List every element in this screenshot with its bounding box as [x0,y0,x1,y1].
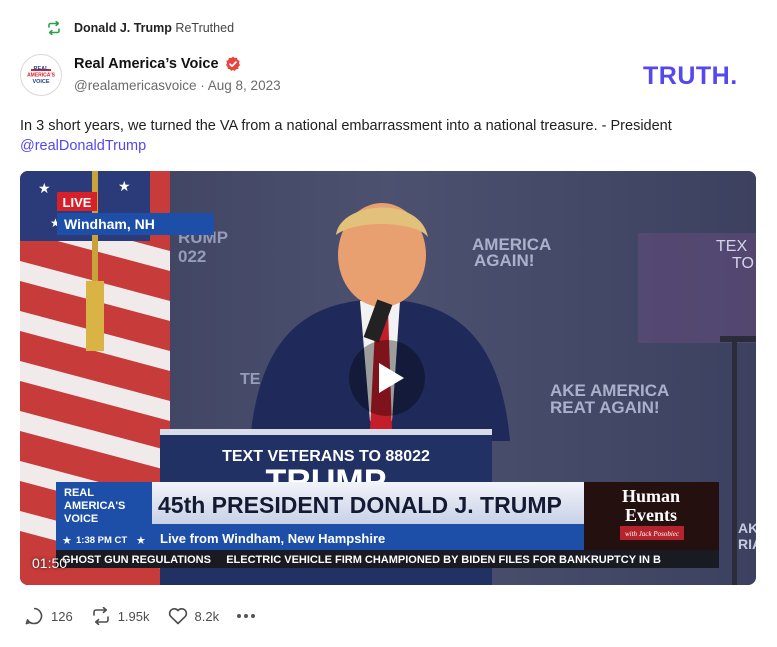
retruth-indicator: Donald J. Trump ReTruthed [46,18,234,38]
post-text: In 3 short years, we turned the VA from … [20,118,672,134]
lower-third-time: 1:38 PM CT [76,535,127,546]
more-button[interactable] [237,614,256,618]
backdrop-edge-2: RIA [738,536,756,552]
reply-icon [25,607,43,625]
lower-third-network-3: VOICE [64,513,98,525]
retruth-user-link[interactable]: Donald J. Trump [74,21,172,35]
retruth-icon [48,21,60,35]
truth-logo: TRUTH. [643,62,738,88]
backdrop-te: TE [240,371,261,388]
avatar-image: REAL AMERICA'S VOICE [27,66,56,85]
backdrop-edge-1: AKE [738,520,756,536]
news-ticker: GHOST GUN REGULATIONS ELECTRIC VEHICLE F… [62,554,661,566]
svg-text:★: ★ [38,181,51,197]
retruth-action-icon [92,607,109,625]
author-name[interactable]: Real America’s Voice [74,56,219,72]
post-date[interactable]: Aug 8, 2023 [208,78,281,93]
like-button[interactable]: 8.2k [168,607,220,625]
heart-icon [168,608,187,625]
verified-badge-icon [225,56,240,71]
retruth-button[interactable]: 1.95k [91,607,150,625]
retruth-label: ReTruthed [175,21,235,35]
lower-third-network-2: AMERICA'S [64,500,125,512]
author-handle[interactable]: @realamericasvoice [74,78,197,93]
truth-logo-text: TRUTH. [643,62,738,88]
post-actions: 126 1.95k 8.2k [24,605,273,627]
more-icon [237,614,256,618]
reply-button[interactable]: 126 [24,606,73,626]
mention-link[interactable]: @realDonaldTrump [20,138,146,154]
retruth-count: 1.95k [117,608,150,624]
lower-third-subhead: Live from Windham, New Hampshire [160,531,385,546]
backdrop-far-right-1: TEX [716,238,747,255]
backdrop-left-2: 022 [178,247,206,266]
svg-text:★: ★ [136,534,146,547]
avatar-line-3: VOICE [32,79,49,85]
svg-text:★: ★ [62,534,72,547]
post-author: Real America’s Voice @realamericasvoice … [74,54,281,93]
sponsor-line-2: Events [625,505,677,525]
avatar[interactable]: REAL AMERICA'S VOICE [20,54,62,96]
video-duration: 01:50 [32,555,68,571]
lower-third-network-1: REAL [64,487,94,499]
avatar-line-2: AMERICA'S [27,73,56,79]
lower-third-headline: 45th PRESIDENT DONALD J. TRUMP [158,492,562,518]
sponsor-line-1: Human [622,486,680,506]
video-player[interactable]: ★ ★ ★ RUMP 022 AMERICA AGAIN! AKE AMERIC… [20,171,756,585]
backdrop-far-right-2: TO [732,255,754,272]
location-label: Windham, NH [64,216,155,232]
backdrop-right-top-2: AGAIN! [474,251,534,270]
play-icon[interactable] [348,339,426,417]
lower-third: REAL AMERICA'S VOICE ★ 1:38 PM CT ★ 45th… [56,482,719,568]
meta-separator: · [200,78,205,93]
backdrop-right-mid-2: REAT AGAIN! [550,398,660,417]
live-badge: LIVE [63,195,92,210]
like-count: 8.2k [194,608,220,624]
sponsor-sub: with Jack Posobiec [625,530,680,538]
svg-text:★: ★ [118,179,131,195]
post-body: In 3 short years, we turned the VA from … [20,116,760,156]
reply-count: 126 [51,608,73,624]
avatar-line-1: REAL [34,66,50,72]
